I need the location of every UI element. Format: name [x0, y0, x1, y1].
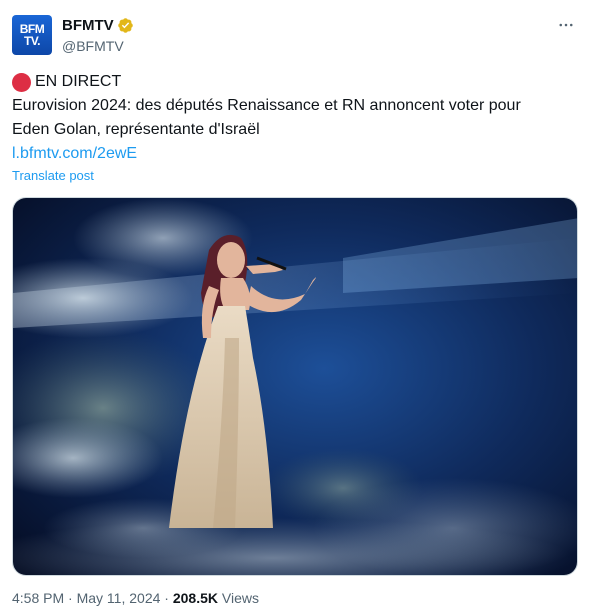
live-label: EN DIRECT — [35, 73, 122, 90]
post-meta: 4:58 PM · May 11, 2024 · 208.5K Views — [12, 590, 259, 606]
live-row: EN DIRECT — [12, 70, 582, 94]
translate-post-button[interactable]: Translate post — [12, 168, 94, 183]
singer-photo — [13, 198, 577, 575]
display-name-row: BFMTV — [62, 16, 134, 34]
post-text: EN DIRECT Eurovision 2024: des députés R… — [12, 70, 582, 166]
post-image[interactable] — [12, 197, 578, 576]
red-circle-icon — [12, 72, 31, 92]
tweet: BFM TV. BFMTV @BFMTV EN DIRECT Eurovisio… — [0, 0, 591, 614]
author-info: BFMTV @BFMTV — [62, 16, 134, 54]
handle[interactable]: @BFMTV — [62, 38, 134, 54]
views-count: 208.5K — [172, 590, 218, 606]
post-time[interactable]: 4:58 PM — [12, 590, 64, 606]
more-options-icon — [559, 23, 573, 27]
views-label: Views — [221, 590, 259, 606]
avatar-text-bottom: TV. — [23, 34, 41, 48]
post-date[interactable]: May 11, 2024 — [77, 590, 161, 606]
verified-badge-icon — [117, 17, 134, 34]
meta-separator: · — [68, 590, 73, 606]
post-body-line-2: Eden Golan, représentante d'Israël — [12, 121, 260, 138]
more-options-button[interactable] — [555, 14, 577, 36]
meta-separator: · — [164, 590, 169, 606]
display-name[interactable]: BFMTV — [62, 17, 114, 34]
post-link[interactable]: l.bfmtv.com/2ewE — [12, 142, 137, 166]
post-body-line-1: Eurovision 2024: des députés Renaissance… — [12, 97, 521, 114]
avatar[interactable]: BFM TV. — [12, 15, 52, 55]
